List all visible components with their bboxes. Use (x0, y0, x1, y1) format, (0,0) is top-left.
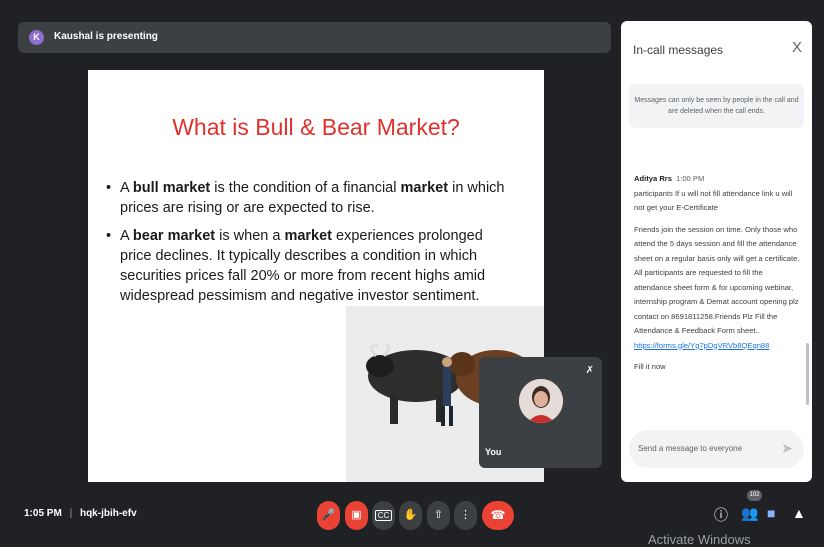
more-icon: ⋮ (460, 509, 471, 521)
info-icon: ⓘ (714, 507, 728, 523)
chat-link[interactable]: https://forms.gle/Yg7pDgVRVb8QEqn88 (634, 341, 769, 350)
chat-input[interactable]: Send a message to everyone ➤ (629, 430, 804, 468)
mic-off-icon: ✗ (585, 365, 594, 376)
clock-time: 1:05 PM (24, 508, 62, 519)
chat-notice: Messages can only be seen by people in t… (629, 84, 804, 128)
chat-message: Fill it now (634, 362, 666, 371)
participant-count-badge: 102 (747, 490, 762, 501)
chat-time: 1:00 PM (675, 174, 705, 183)
more-options-button[interactable]: ⋮ (454, 501, 477, 530)
chat-icon: ■ (767, 505, 776, 521)
separator: | (69, 508, 73, 519)
chat-sender: Aditya Rrs (634, 174, 672, 183)
captions-icon: CC (374, 510, 393, 521)
people-icon: 👥 (741, 505, 759, 521)
info-button[interactable]: ⓘ (714, 505, 728, 525)
self-avatar (519, 379, 563, 423)
meeting-info: 1:05 PM | hqk-jbih-efv (24, 508, 137, 519)
chat-message: Friends join the session on time. Only t… (634, 224, 800, 336)
chat-input-placeholder: Send a message to everyone (638, 444, 743, 453)
in-call-messages-panel: In-call messages X Messages can only be … (621, 21, 812, 482)
mic-off-icon: 🎤 (321, 509, 336, 521)
chat-message: participants If u will not fill attendan… (634, 188, 793, 213)
chat-message-header: Aditya Rrs 1:00 PM (634, 172, 802, 187)
activities-icon: ▲ (792, 505, 806, 521)
chat-message-list: Aditya Rrs 1:00 PM participants If u will… (634, 172, 802, 382)
people-button[interactable]: 👥 (741, 505, 758, 522)
chat-scrollbar[interactable] (806, 343, 809, 405)
self-video-tile[interactable]: ✗ You (479, 357, 602, 468)
meeting-code: hqk-jbih-efv (79, 508, 137, 519)
end-call-button[interactable]: ☎ (482, 501, 514, 530)
end-call-icon: ☎ (490, 508, 506, 522)
chat-button[interactable]: ■ (767, 505, 775, 521)
activities-button[interactable]: ▲ (792, 505, 806, 521)
raise-hand-button[interactable]: ✋ (399, 501, 422, 530)
send-icon[interactable]: ➤ (781, 440, 793, 457)
mic-toggle-button[interactable]: 🎤 (317, 501, 340, 530)
presenter-label: Kaushal is presenting (54, 31, 158, 42)
camera-toggle-button[interactable]: ▣ (345, 501, 368, 530)
slide-bullet-bear: A bear market is when a market experienc… (106, 226, 516, 306)
presenter-bar: K Kaushal is presenting (18, 22, 611, 53)
close-icon[interactable]: X (792, 39, 802, 56)
slide-title: What is Bull & Bear Market? (172, 114, 460, 140)
activate-windows-watermark: Activate Windows (648, 532, 751, 547)
camera-off-icon: ▣ (351, 509, 362, 521)
captions-button[interactable]: CC (372, 501, 395, 530)
shared-slide: What is Bull & Bear Market? A bull marke… (88, 70, 544, 482)
raise-hand-icon: ✋ (403, 509, 418, 521)
self-label: You (485, 447, 502, 457)
present-icon: ⇧ (433, 509, 444, 521)
slide-bullets: A bull market is the condition of a fina… (106, 178, 516, 314)
presenter-avatar: K (29, 30, 44, 45)
present-button[interactable]: ⇧ (427, 501, 450, 530)
slide-bullet-bull: A bull market is the condition of a fina… (106, 178, 516, 218)
chat-title: In-call messages (633, 43, 724, 57)
